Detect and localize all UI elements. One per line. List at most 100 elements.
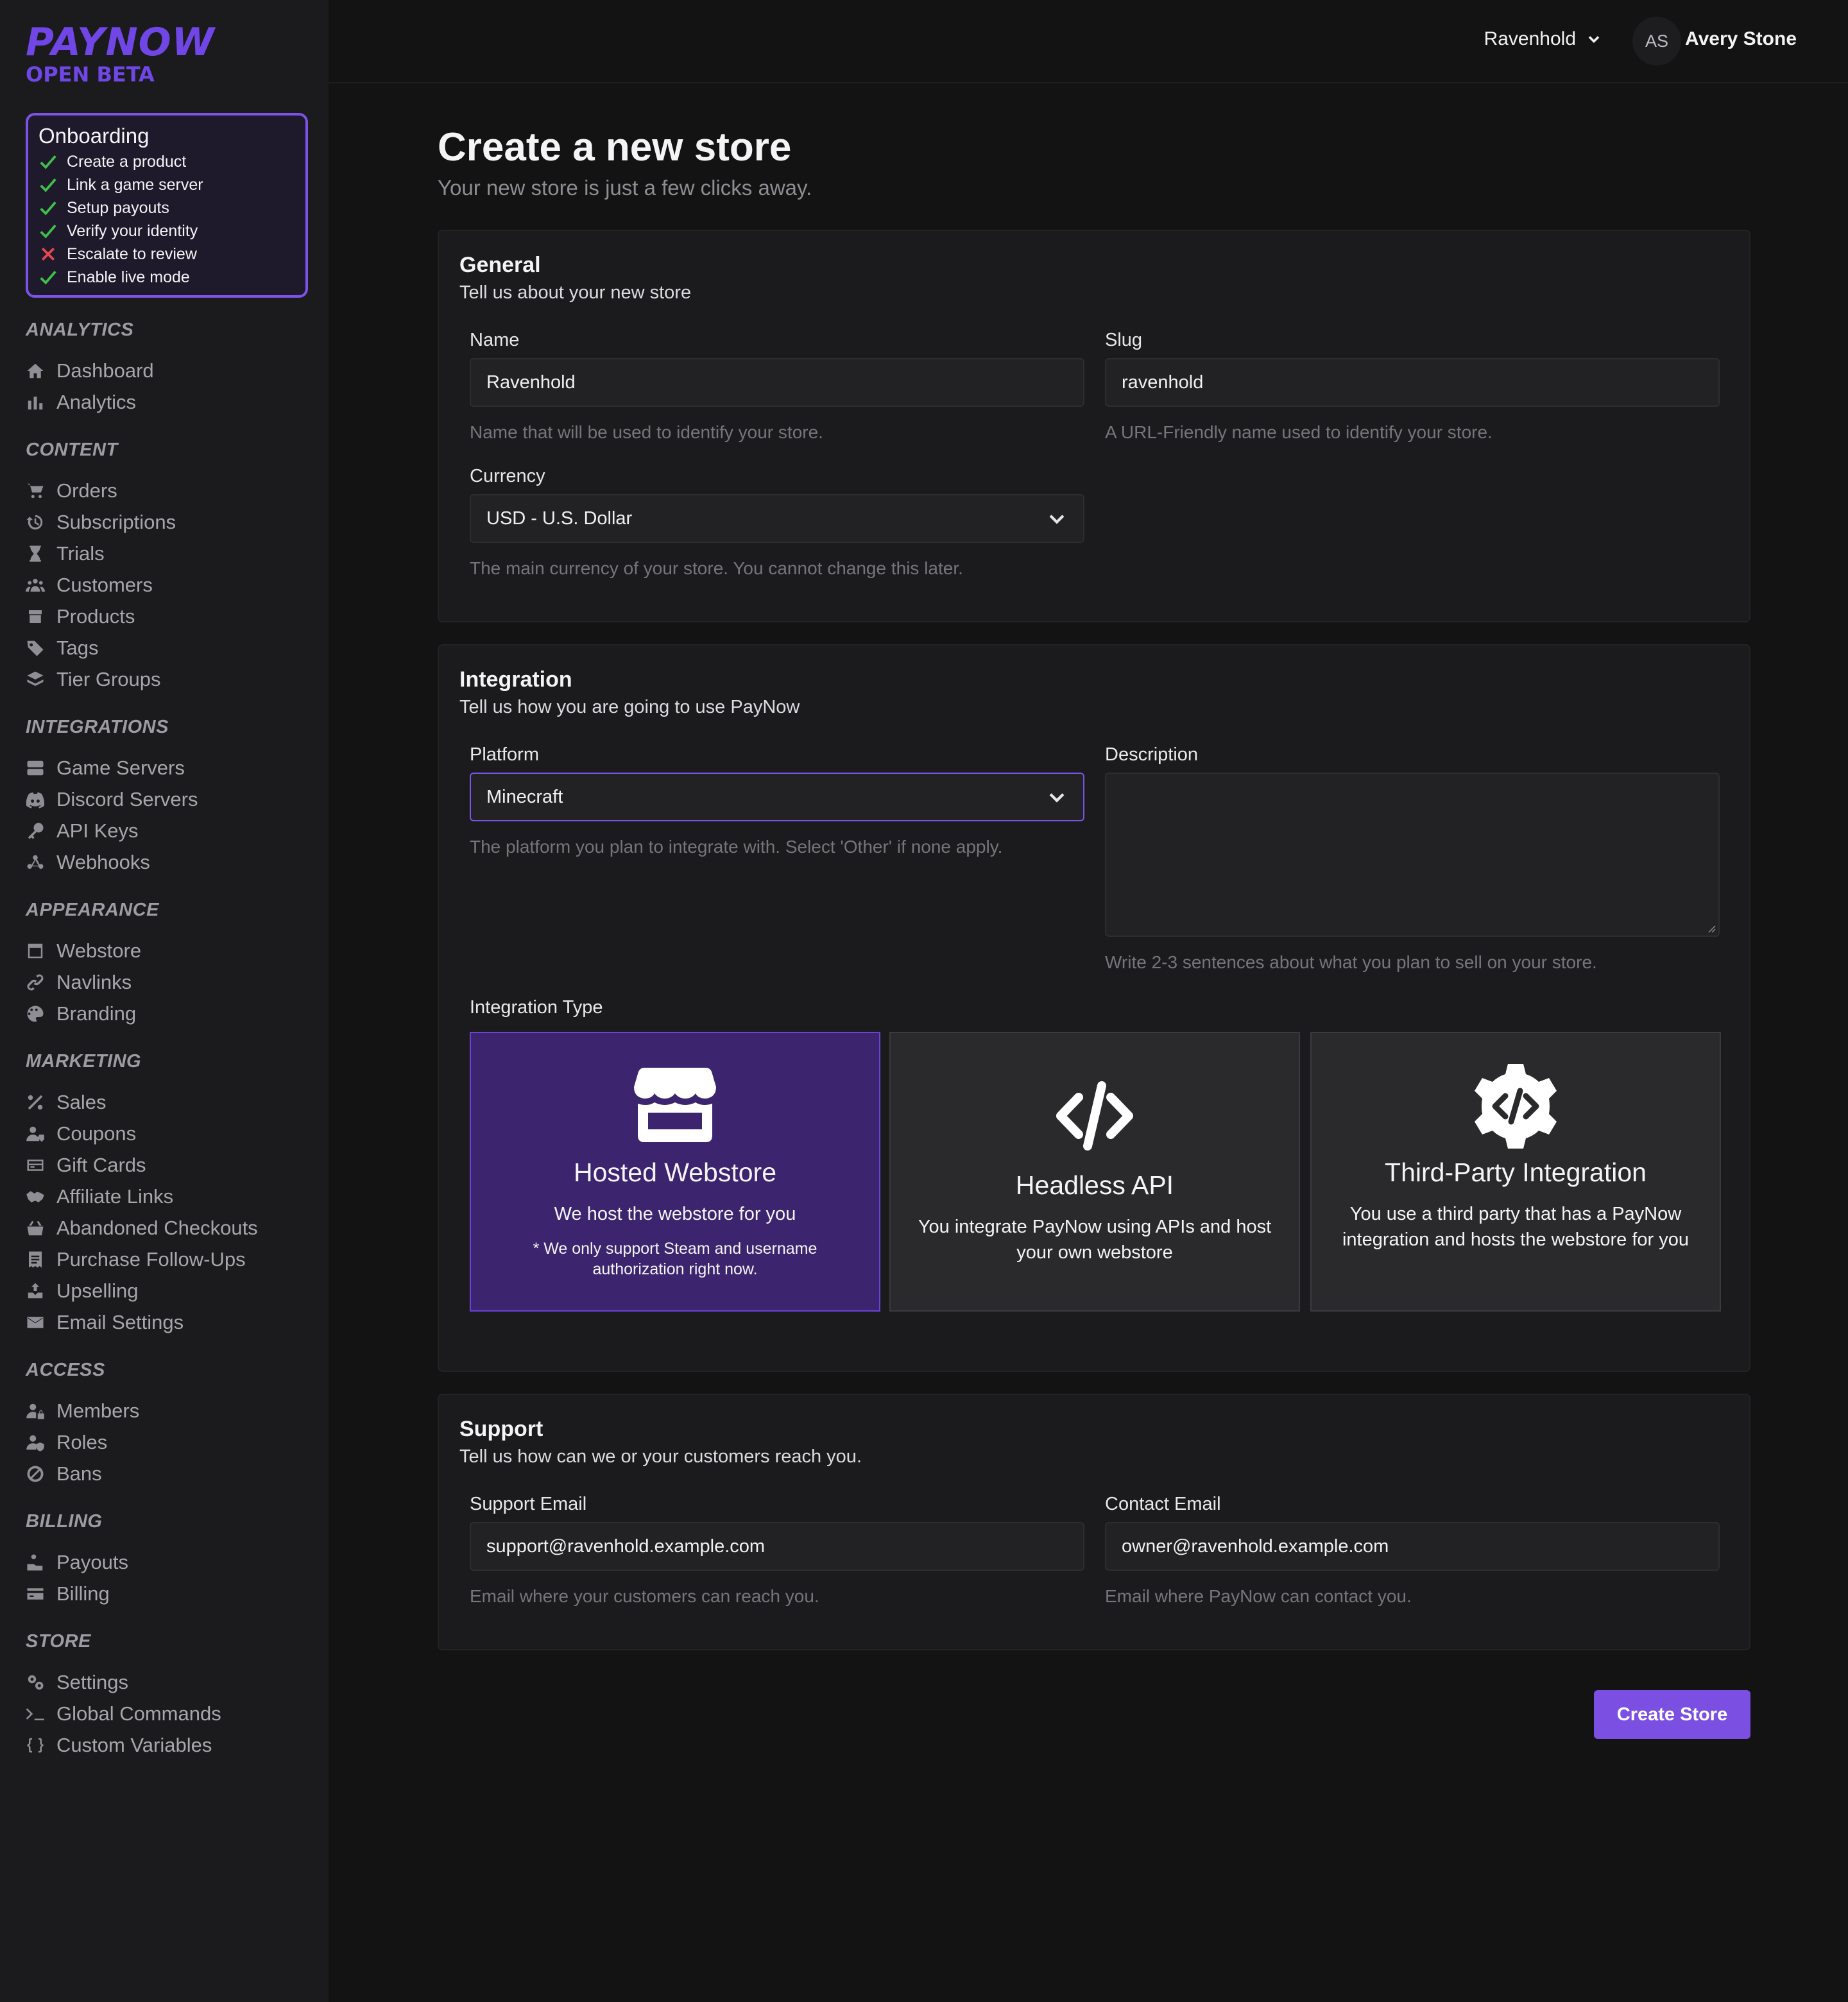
sidebar-item-discord-servers[interactable]: Discord Servers — [26, 783, 308, 815]
currency-field: Currency USD - U.S. Dollar The main curr… — [470, 466, 1084, 579]
sidebar-item-email-settings[interactable]: Email Settings — [26, 1306, 308, 1338]
sidebar-item-label: Webhooks — [56, 850, 150, 873]
integration-type-headless-api[interactable]: Headless API You integrate PayNow using … — [889, 1032, 1300, 1312]
credit-card-icon — [26, 1584, 56, 1604]
sidebar-item-dashboard[interactable]: Dashboard — [26, 355, 308, 386]
code-gear-icon — [1475, 1064, 1557, 1149]
resize-handle-icon[interactable] — [1706, 923, 1716, 933]
sidebar-item-label: Upselling — [56, 1279, 139, 1302]
user-name[interactable]: Avery Stone — [1685, 28, 1797, 50]
sidebar-item-global-commands[interactable]: Global Commands — [26, 1698, 308, 1729]
sidebar-item-label: Analytics — [56, 390, 137, 413]
onboarding-item-label: Setup payouts — [67, 198, 169, 217]
sidebar-item-gift-cards[interactable]: Gift Cards — [26, 1149, 308, 1181]
name-input-value: Ravenhold — [486, 372, 576, 393]
sidebar-item-billing[interactable]: Billing — [26, 1578, 308, 1609]
currency-select[interactable]: USD - U.S. Dollar — [470, 494, 1084, 543]
key-icon — [26, 821, 56, 841]
sidebar-item-navlinks[interactable]: Navlinks — [26, 966, 308, 998]
sidebar-item-webhooks[interactable]: Webhooks — [26, 846, 308, 878]
sidebar-item-label: Payouts — [56, 1550, 129, 1573]
sidebar-item-label: Settings — [56, 1670, 129, 1693]
sidebar-item-purchase-follow-ups[interactable]: Purchase Follow-Ups — [26, 1244, 308, 1275]
layers-icon — [26, 670, 56, 689]
sidebar-item-abandoned-checkouts[interactable]: Abandoned Checkouts — [26, 1212, 308, 1244]
create-store-button[interactable]: Create Store — [1594, 1690, 1750, 1739]
description-field: Description Write 2-3 sentences about wh… — [1105, 744, 1720, 973]
sidebar-item-tier-groups[interactable]: Tier Groups — [26, 663, 308, 695]
sidebar-item-payouts[interactable]: Payouts — [26, 1546, 308, 1578]
handshake-icon — [26, 1187, 56, 1206]
sidebar-item-api-keys[interactable]: API Keys — [26, 815, 308, 846]
sidebar-item-sales[interactable]: Sales — [26, 1086, 308, 1118]
onboarding-item[interactable]: Link a game server — [38, 173, 295, 196]
discord-icon — [26, 790, 56, 809]
home-icon — [26, 361, 56, 381]
status-mark — [38, 175, 67, 194]
onboarding-item[interactable]: Setup payouts — [38, 196, 295, 219]
sidebar-item-subscriptions[interactable]: Subscriptions — [26, 506, 308, 538]
description-textarea[interactable] — [1105, 773, 1720, 937]
contact-email-input[interactable]: owner@ravenhold.example.com — [1105, 1522, 1720, 1571]
sidebar-item-label: Discord Servers — [56, 787, 198, 810]
sidebar-item-customers[interactable]: Customers — [26, 569, 308, 601]
brand-logo[interactable]: PAYNOW — [26, 22, 308, 63]
storefront-icon — [634, 1068, 716, 1142]
sidebar-item-coupons[interactable]: Coupons — [26, 1118, 308, 1149]
onboarding-item-label: Verify your identity — [67, 221, 198, 240]
sidebar-item-affiliate-links[interactable]: Affiliate Links — [26, 1181, 308, 1212]
name-input[interactable]: Ravenhold — [470, 358, 1084, 407]
sidebar-item-label: Subscriptions — [56, 510, 176, 533]
general-title: General — [459, 253, 541, 277]
support-email-label: Support Email — [470, 1494, 587, 1514]
webhook-icon — [26, 853, 56, 872]
sidebar-item-orders[interactable]: Orders — [26, 475, 308, 506]
integration-card: Integration Tell us how you are going to… — [438, 644, 1750, 1372]
onboarding-item[interactable]: Verify your identity — [38, 219, 295, 243]
store-switcher-label: Ravenhold — [1484, 28, 1576, 49]
sidebar-item-branding[interactable]: Branding — [26, 998, 308, 1029]
currency-label: Currency — [470, 466, 545, 486]
server-icon — [26, 758, 56, 778]
check-icon — [40, 225, 56, 239]
support-email-input[interactable]: support@ravenhold.example.com — [470, 1522, 1084, 1571]
basket-icon — [26, 1219, 56, 1238]
sidebar-item-trials[interactable]: Trials — [26, 538, 308, 569]
sidebar-item-tags[interactable]: Tags — [26, 632, 308, 663]
status-mark — [38, 268, 67, 287]
onboarding-item[interactable]: Create a product — [38, 150, 295, 173]
sidebar-item-custom-variables[interactable]: Custom Variables — [26, 1729, 308, 1761]
sidebar-item-bans[interactable]: Bans — [26, 1458, 308, 1489]
sidebar-item-settings[interactable]: Settings — [26, 1666, 308, 1698]
chevron-down-icon — [1049, 515, 1065, 524]
support-title: Support — [459, 1417, 543, 1441]
platform-select[interactable]: Minecraft — [470, 773, 1084, 821]
tags-icon — [26, 638, 56, 658]
integration-type-third-party[interactable]: Third-Party Integration You use a third … — [1310, 1032, 1721, 1312]
support-email-value: support@ravenhold.example.com — [486, 1536, 766, 1557]
slug-input[interactable]: ravenhold — [1105, 358, 1720, 407]
avatar[interactable]: AS — [1632, 17, 1681, 65]
sidebar-item-upselling[interactable]: Upselling — [26, 1275, 308, 1306]
store-switcher[interactable]: Ravenhold — [1484, 28, 1603, 50]
cart-icon — [26, 481, 56, 501]
status-mark — [38, 244, 67, 264]
sidebar-item-label: Bans — [56, 1462, 102, 1485]
x-icon — [41, 247, 55, 261]
sidebar-item-roles[interactable]: Roles — [26, 1426, 308, 1458]
sidebar-item-analytics[interactable]: Analytics — [26, 386, 308, 418]
integration-type-hosted-webstore[interactable]: Hosted Webstore We host the webstore for… — [470, 1032, 880, 1312]
sidebar-item-label: Products — [56, 604, 135, 628]
onboarding-item-label: Escalate to review — [67, 244, 197, 263]
check-icon — [40, 201, 56, 216]
onboarding-item[interactable]: Enable live mode — [38, 266, 295, 289]
percent-icon — [26, 1093, 56, 1112]
tile-description: We host the webstore for you — [554, 1204, 796, 1224]
sidebar-item-game-servers[interactable]: Game Servers — [26, 752, 308, 783]
onboarding-item[interactable]: Escalate to review — [38, 243, 295, 266]
sidebar-item-label: API Keys — [56, 819, 139, 842]
sidebar-item-products[interactable]: Products — [26, 601, 308, 632]
sidebar-item-members[interactable]: Members — [26, 1395, 308, 1426]
sidebar-item-label: Members — [56, 1399, 140, 1422]
sidebar-item-webstore[interactable]: Webstore — [26, 935, 308, 966]
